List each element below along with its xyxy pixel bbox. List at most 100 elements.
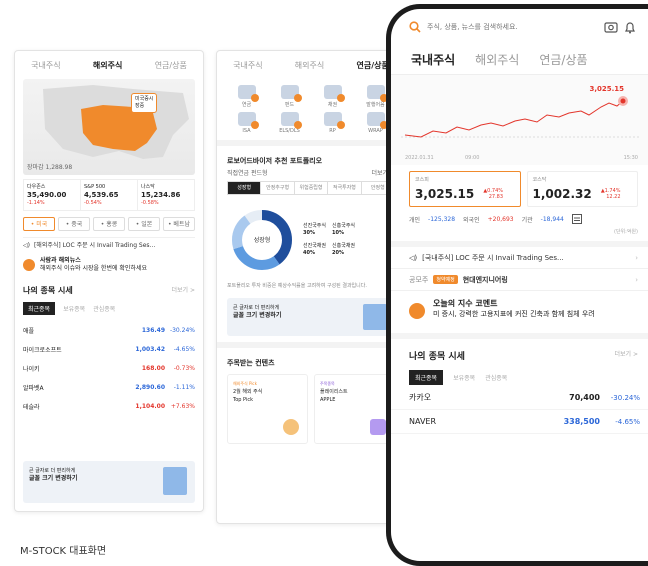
portfolio-description: 포트폴리오 투자 비중은 예상수익률을 고려하여 구성된 결과입니다. <box>227 283 367 289</box>
stock-row[interactable]: 나이키 168.00 -0.73% <box>23 359 195 378</box>
more-link[interactable]: 더보기 > <box>172 285 196 296</box>
card-subtitle: APPLE <box>320 397 336 403</box>
ptab-growth[interactable]: 성장형 <box>228 182 262 194</box>
stock-rate: -30.24% <box>610 393 640 402</box>
portfolio-type-tabs: 성장형 안정추구형 위험중립형 적극투자형 안정형 <box>227 181 395 195</box>
news-ticker[interactable]: ◁) [국내주식] LOC 주문 시 Invail Trading Ses...… <box>391 247 648 269</box>
ptab-stable-seek[interactable]: 안정추구형 <box>261 182 295 194</box>
subtab-holdings[interactable]: 보유종목 <box>63 304 85 313</box>
menu-fund[interactable]: 펀드 <box>270 85 309 108</box>
stock-row[interactable]: 카카오 70,400 -30.24% <box>391 386 648 410</box>
tab-domestic[interactable]: 국내주식 <box>233 60 262 71</box>
index-dow[interactable]: 다우존스 35,490.00 -1.14% <box>24 180 81 210</box>
legend-item: 신흥국주식 10% <box>332 223 355 237</box>
index-comment-card[interactable]: 오늘의 지수 코멘트 미 증시, 강력한 고용지표에 커진 긴축과 함께 침체 … <box>391 291 648 327</box>
menu-els[interactable]: ELS/DLS <box>270 112 309 134</box>
menu-label: 펀드 <box>284 102 295 108</box>
stock-rate: +7.63% <box>170 403 195 410</box>
ptab-neutral[interactable]: 위험중립형 <box>295 182 329 194</box>
chip-usa[interactable]: • 미국 <box>23 217 55 231</box>
legend-name: 선진국주식 <box>303 223 327 229</box>
camera-icon[interactable] <box>604 21 618 33</box>
chart-time-close: 15:30 <box>623 155 638 161</box>
tab-domestic[interactable]: 국내주식 <box>411 51 455 68</box>
content-card[interactable]: 주목종목 플레이리스트 APPLE <box>314 374 395 444</box>
stock-row[interactable]: 애플 136.49 -30.24% <box>23 321 195 340</box>
legend-name: 선진국채권 <box>303 243 327 249</box>
subtab-watchlist[interactable]: 관심종목 <box>93 304 115 313</box>
stock-row[interactable]: NAVER 338,500 -4.65% <box>391 410 648 434</box>
chip-vietnam[interactable]: • 베트남 <box>163 217 195 231</box>
pension-icon <box>237 85 259 102</box>
stock-price: 1,104.00 <box>135 403 165 410</box>
stock-rate: -4.65% <box>615 417 640 426</box>
tab-pension[interactable]: 연금/상품 <box>356 60 388 71</box>
stock-name: 테슬라 <box>23 404 40 411</box>
stock-subtabs: 최근종목 보유종목 관심종목 <box>391 368 648 386</box>
usa-map-graphic <box>43 85 189 159</box>
index-kosdaq[interactable]: 코스닥 1,002.32 ▲1.74% 12.22 <box>526 171 638 207</box>
chip-japan[interactable]: • 일본 <box>128 217 160 231</box>
index-sp500[interactable]: S&P 500 4,539.65 -0.54% <box>81 180 138 210</box>
tab-overseas[interactable]: 해외주식 <box>475 51 519 68</box>
legend-value: 30% <box>303 230 315 236</box>
more-link[interactable]: 더보기 > <box>615 349 639 362</box>
tab-domestic[interactable]: 국내주식 <box>31 60 60 71</box>
stock-row[interactable]: 알파벳A 2,890.60 -1.11% <box>23 378 195 397</box>
fund-icon <box>280 85 302 102</box>
market-pin: 미국증시 장중 <box>131 93 158 113</box>
ptab-aggressive[interactable]: 적극투자형 <box>328 182 362 194</box>
search-input[interactable] <box>427 23 598 31</box>
ipo-row[interactable]: 공모주 청약예정 현대엔지니어링 › <box>391 269 648 291</box>
stock-name: 알파벳A <box>23 385 44 392</box>
menu-isa[interactable]: ISA <box>227 112 266 134</box>
menu-pension[interactable]: 연금 <box>227 85 266 108</box>
chip-hongkong[interactable]: • 홍콩 <box>93 217 125 231</box>
index-kospi[interactable]: 코스피 3,025.15 ▲0.74% 27.83 <box>409 171 521 207</box>
index-value: 3,025.15 <box>415 187 475 201</box>
news-ticker[interactable]: ◁) [해외주식] LOC 주문 시 Invail Trading Ses... <box>23 237 195 253</box>
index-change: -0.58% <box>141 200 159 206</box>
world-map[interactable]: 미국증시 장중 장마감 1,288.98 <box>23 79 195 175</box>
stock-row[interactable]: 테슬라 1,104.00 +7.63% <box>23 397 195 416</box>
tab-pension[interactable]: 연금/상품 <box>539 51 587 68</box>
index-change-points: 12.22 <box>606 194 621 200</box>
stock-name: 카카오 <box>409 393 432 402</box>
robo-portfolio-title: 로보어드바이저 추천 포트폴리오 <box>227 157 323 165</box>
subtab-recent[interactable]: 최근종목 <box>409 369 444 385</box>
menu-label: WRAP <box>368 128 383 134</box>
font-size-icon <box>363 304 387 330</box>
menu-rp[interactable]: RP <box>313 112 352 134</box>
card-title: 플레이리스트 <box>320 389 348 395</box>
chip-china[interactable]: • 중국 <box>58 217 90 231</box>
tab-overseas[interactable]: 해외주식 <box>295 60 324 71</box>
els-icon <box>280 112 302 129</box>
card-title: 2월 해외 주식 <box>233 389 263 395</box>
font-size-banner[interactable]: 큰 글자로 더 편리하게 글꼴 크기 변경하기 <box>227 298 395 336</box>
chart-date: 2022.01.31 <box>405 155 434 161</box>
tab-pension[interactable]: 연금/상품 <box>155 60 187 71</box>
content-card[interactable]: 해외주식 Pick 2월 해외 주식 Top Pick <box>227 374 308 444</box>
stock-row[interactable]: 마이크로소프트 1,003.42 -4.65% <box>23 340 195 359</box>
country-chips: • 미국 • 중국 • 홍콩 • 일본 • 베트남 <box>23 217 195 231</box>
exchange-rate: 장마감 1,288.98 <box>27 164 73 171</box>
menu-bond[interactable]: 채권 <box>313 85 352 108</box>
main-tabs: 국내주식 해외주식 연금/상품 <box>15 51 203 79</box>
font-size-banner[interactable]: 큰 글자로 더 편리하게 글꼴 크기 변경하기 <box>23 461 195 503</box>
overseas-news-card[interactable]: 사람과 해외뉴스 해외주식 이슈와 시장을 한번에 확인하세요 <box>23 257 195 273</box>
ipo-name: 현대엔지니어링 <box>462 275 508 284</box>
stock-subtabs: 최근종목 보유종목 관심종목 <box>23 302 195 315</box>
search-icon[interactable] <box>409 21 421 33</box>
main-tabs: 국내주식 해외주식 연금/상품 <box>217 51 405 79</box>
search-bar <box>391 9 648 45</box>
legend-value: 10% <box>332 230 344 236</box>
bell-icon[interactable] <box>624 21 636 34</box>
subtab-recent[interactable]: 최근종목 <box>23 302 56 315</box>
tab-overseas[interactable]: 해외주식 <box>93 60 122 71</box>
index-nasdaq[interactable]: 나스닥 15,234.86 -0.58% <box>138 180 194 210</box>
kospi-intraday-chart[interactable]: 3,025.15 2022.01.31 09:00 15:30 <box>391 75 648 165</box>
subtab-holdings[interactable]: 보유종목 <box>453 373 475 382</box>
chart-toggle-icon[interactable] <box>571 214 582 224</box>
subtab-watchlist[interactable]: 관심종목 <box>485 373 507 382</box>
stock-price: 338,500 <box>563 417 600 426</box>
